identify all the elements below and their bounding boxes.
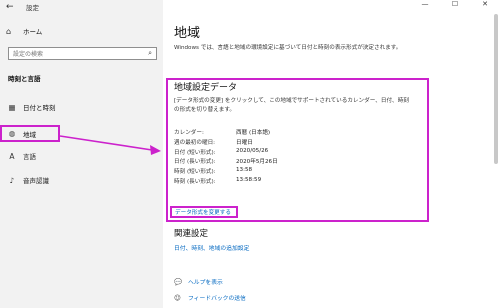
annotation-arrow [59,135,161,155]
